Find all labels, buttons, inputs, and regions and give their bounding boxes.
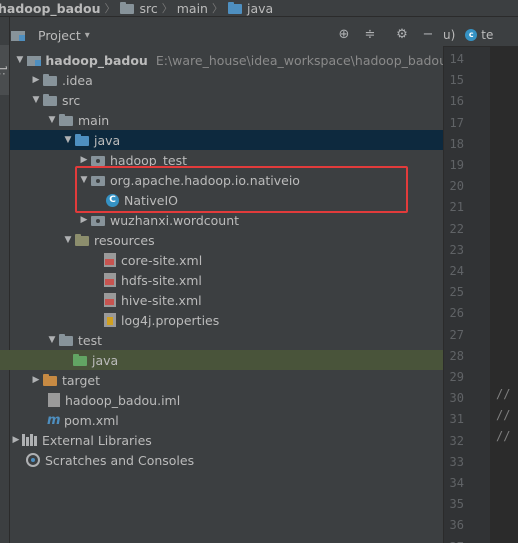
excluded-folder-icon xyxy=(42,373,58,387)
line-number: 32 xyxy=(449,433,464,448)
chevron-right-icon: 〉 xyxy=(211,2,223,15)
chevron-right-icon[interactable]: ▶ xyxy=(78,155,90,165)
line-number: 14 xyxy=(449,52,464,66)
project-tree: ▼ hadoop_badou E:\ware_house\idea_worksp… xyxy=(0,48,515,543)
breadcrumb-project[interactable]: hadoop_badou xyxy=(0,1,100,16)
tab-previous[interactable]: u) xyxy=(443,28,455,42)
tree-item-java[interactable]: ▼ java xyxy=(10,130,495,150)
breadcrumb-main[interactable]: main xyxy=(177,1,208,16)
add-icon[interactable]: ⊕ xyxy=(336,27,352,43)
line-number: 36 xyxy=(449,518,464,533)
line-number: 34 xyxy=(449,476,464,490)
test-folder-icon xyxy=(72,353,88,367)
breadcrumb-src[interactable]: src xyxy=(119,1,158,16)
tree-item-main[interactable]: ▼ main xyxy=(10,110,479,130)
chevron-right-icon[interactable]: ▶ xyxy=(30,75,42,85)
library-icon xyxy=(22,434,38,446)
line-number: 18 xyxy=(449,136,464,151)
breadcrumb: hadoop_badou 〉 src 〉 main 〉 java xyxy=(0,0,518,17)
line-number: 26 xyxy=(449,306,464,321)
line-number: 24 xyxy=(449,264,464,278)
tree-item-root[interactable]: ▼ hadoop_badou E:\ware_house\idea_worksp… xyxy=(10,50,447,70)
ide-window: hadoop_badou 〉 src 〉 main 〉 java 1: Proj… xyxy=(0,0,518,543)
line-number: 15 xyxy=(449,73,464,88)
tab-current[interactable]: te xyxy=(481,28,493,42)
resources-folder-icon xyxy=(74,233,90,247)
line-number: 23 xyxy=(449,242,464,257)
tree-item-external-libraries[interactable]: ▶ External Libraries xyxy=(10,430,443,450)
breadcrumb-java[interactable]: java xyxy=(227,1,273,16)
chevron-right-icon[interactable]: ▶ xyxy=(78,215,90,225)
folder-icon xyxy=(119,1,135,15)
properties-file-icon xyxy=(104,313,116,327)
chevron-down-icon[interactable]: ▼ xyxy=(46,335,58,345)
project-path: E:\ware_house\idea_workspace\hadoop_bado… xyxy=(155,52,447,68)
tool-window-strip: 1: Project xyxy=(0,17,10,543)
chevron-down-icon[interactable]: ▼ xyxy=(46,115,58,125)
package-icon xyxy=(90,153,106,167)
tree-item-iml[interactable]: hadoop_badou.iml xyxy=(10,390,481,410)
chevron-down-icon[interactable]: ▼ xyxy=(62,135,74,145)
code-comment: // xyxy=(496,387,511,401)
scratches-icon xyxy=(26,453,40,467)
tree-item-target[interactable]: ▶ target xyxy=(10,370,463,390)
project-icon xyxy=(10,28,26,42)
folder-icon xyxy=(58,113,74,127)
chevron-down-icon[interactable]: ▼ xyxy=(30,95,42,105)
xml-file-icon xyxy=(104,253,116,267)
tree-item-resources[interactable]: ▼ resources xyxy=(10,230,495,250)
line-number: 28 xyxy=(449,348,464,363)
line-number: 29 xyxy=(449,370,464,384)
line-number: 22 xyxy=(449,221,464,236)
line-number: 30 xyxy=(449,391,464,406)
iml-file-icon xyxy=(48,393,60,407)
chevron-right-icon[interactable]: ▶ xyxy=(30,375,42,385)
line-number: 33 xyxy=(449,454,464,469)
package-icon xyxy=(90,213,106,227)
line-number: 27 xyxy=(449,327,464,342)
code-editor[interactable]: // // // xyxy=(490,47,518,543)
chevron-right-icon: 〉 xyxy=(161,2,173,15)
tree-item-test[interactable]: ▼ test xyxy=(10,330,479,350)
folder-icon xyxy=(58,333,74,347)
class-icon: c xyxy=(465,29,478,41)
line-number: 20 xyxy=(449,179,464,194)
line-number: 31 xyxy=(449,412,464,427)
source-folder-icon xyxy=(227,1,243,15)
tree-item-pom[interactable]: m pom.xml xyxy=(10,410,480,430)
line-number: 35 xyxy=(449,497,464,512)
editor-tabs: u) c te xyxy=(443,24,518,47)
tree-item-src[interactable]: ▼ src xyxy=(10,90,463,110)
project-tool-button[interactable]: 1: Project xyxy=(0,45,9,95)
chevron-down-icon[interactable]: ▾ xyxy=(85,30,90,41)
project-panel-header: Project ▾ ⊕ ≑ ⚙ − xyxy=(10,24,442,46)
xml-file-icon xyxy=(104,293,116,307)
highlight-box xyxy=(75,166,408,213)
tree-item-scratches[interactable]: Scratches and Consoles xyxy=(10,450,459,470)
folder-icon xyxy=(42,73,58,87)
chevron-down-icon[interactable]: ▼ xyxy=(62,235,74,245)
source-folder-icon xyxy=(74,133,90,147)
xml-file-icon xyxy=(104,273,116,287)
chevron-right-icon[interactable]: ▶ xyxy=(10,435,22,445)
line-number: 37 xyxy=(424,540,464,543)
folder-icon xyxy=(42,93,58,107)
chevron-down-icon[interactable]: ▼ xyxy=(14,55,26,65)
collapse-icon[interactable]: ≑ xyxy=(362,27,378,43)
line-number: 16 xyxy=(449,94,464,109)
code-comment: // xyxy=(496,429,511,443)
editor-gutter: 14 15 16 17 18 19 20 21 22 23 24 25 26 27 28 29 30 31 32 33… xyxy=(443,47,500,543)
settings-icon[interactable]: ⚙ xyxy=(394,27,410,43)
line-number: 17 xyxy=(449,115,464,130)
maven-icon: m xyxy=(47,412,61,428)
line-number: 25 xyxy=(449,285,464,300)
project-view-title[interactable]: Project xyxy=(38,28,81,43)
tree-item-idea[interactable]: ▶ .idea xyxy=(10,70,463,90)
hide-icon[interactable]: − xyxy=(420,27,436,43)
line-number: 21 xyxy=(449,200,464,215)
module-icon xyxy=(26,53,42,67)
code-comment: // xyxy=(496,408,511,422)
line-number: 19 xyxy=(449,158,464,172)
chevron-right-icon: 〉 xyxy=(104,2,116,15)
